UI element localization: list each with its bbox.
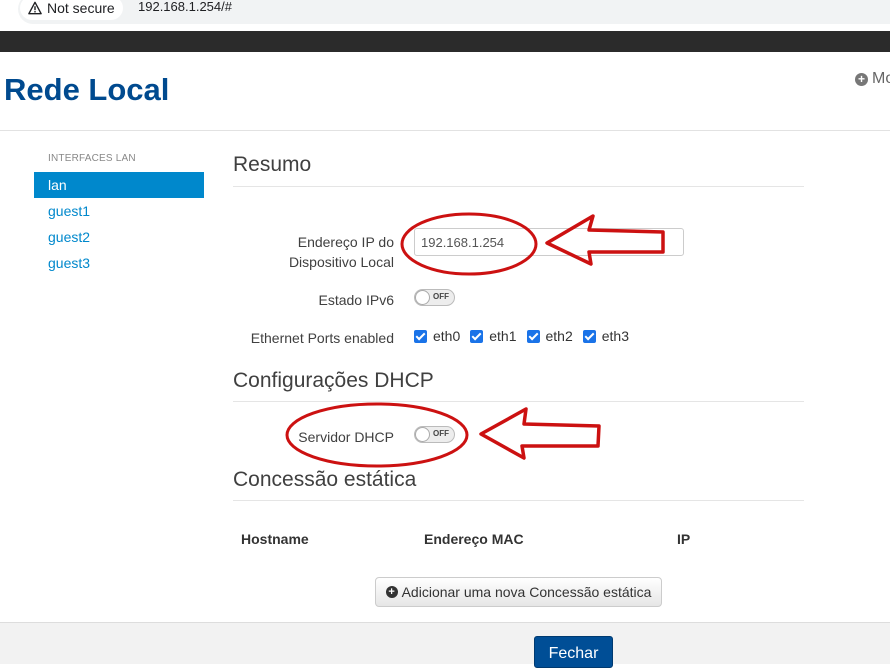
annotation-overlay [285,212,665,468]
annotation-arrow-ip [545,214,665,266]
annotation-circle-dhcp [285,402,469,468]
annotation-arrow-dhcp [479,407,601,460]
annotation-circle-ip [400,212,538,276]
